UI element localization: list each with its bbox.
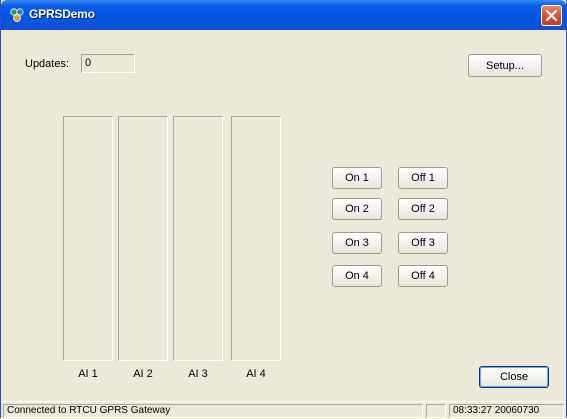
ai-2-label: AI 2 — [133, 368, 153, 380]
title-bar[interactable]: GPRSDemo — [1, 0, 566, 30]
off-3-button[interactable]: Off 3 — [398, 232, 448, 254]
connection-status: Connected to RTCU GPRS Gateway — [3, 404, 423, 418]
status-timestamp: 08:33:27 20060730 — [449, 404, 564, 418]
status-pane-empty — [426, 404, 446, 418]
ai-4-label: AI 4 — [246, 368, 266, 380]
ai-3-bar — [173, 116, 223, 361]
ai-1-label: AI 1 — [78, 368, 98, 380]
app-icon — [9, 7, 25, 23]
ai-1-bar — [63, 116, 113, 361]
updates-field: 0 — [81, 54, 135, 73]
off-1-button[interactable]: Off 1 — [398, 167, 448, 189]
off-4-button[interactable]: Off 4 — [398, 265, 448, 287]
on-1-button[interactable]: On 1 — [332, 167, 382, 189]
setup-button[interactable]: Setup... — [468, 54, 542, 77]
close-icon[interactable] — [541, 5, 562, 26]
on-4-button[interactable]: On 4 — [332, 265, 382, 287]
window-title: GPRSDemo — [29, 7, 95, 21]
ai-3-label: AI 3 — [188, 368, 208, 380]
on-2-button[interactable]: On 2 — [332, 198, 382, 220]
main-window: GPRSDemo Updates: 0 Setup... AI 1 AI 2 A… — [0, 0, 567, 419]
off-2-button[interactable]: Off 2 — [398, 198, 448, 220]
ai-4-bar — [231, 116, 281, 361]
ai-2-bar — [118, 116, 168, 361]
updates-label: Updates: — [25, 58, 70, 70]
on-3-button[interactable]: On 3 — [332, 232, 382, 254]
status-bar: Connected to RTCU GPRS Gateway 08:33:27 … — [1, 401, 566, 419]
close-button[interactable]: Close — [479, 366, 549, 388]
